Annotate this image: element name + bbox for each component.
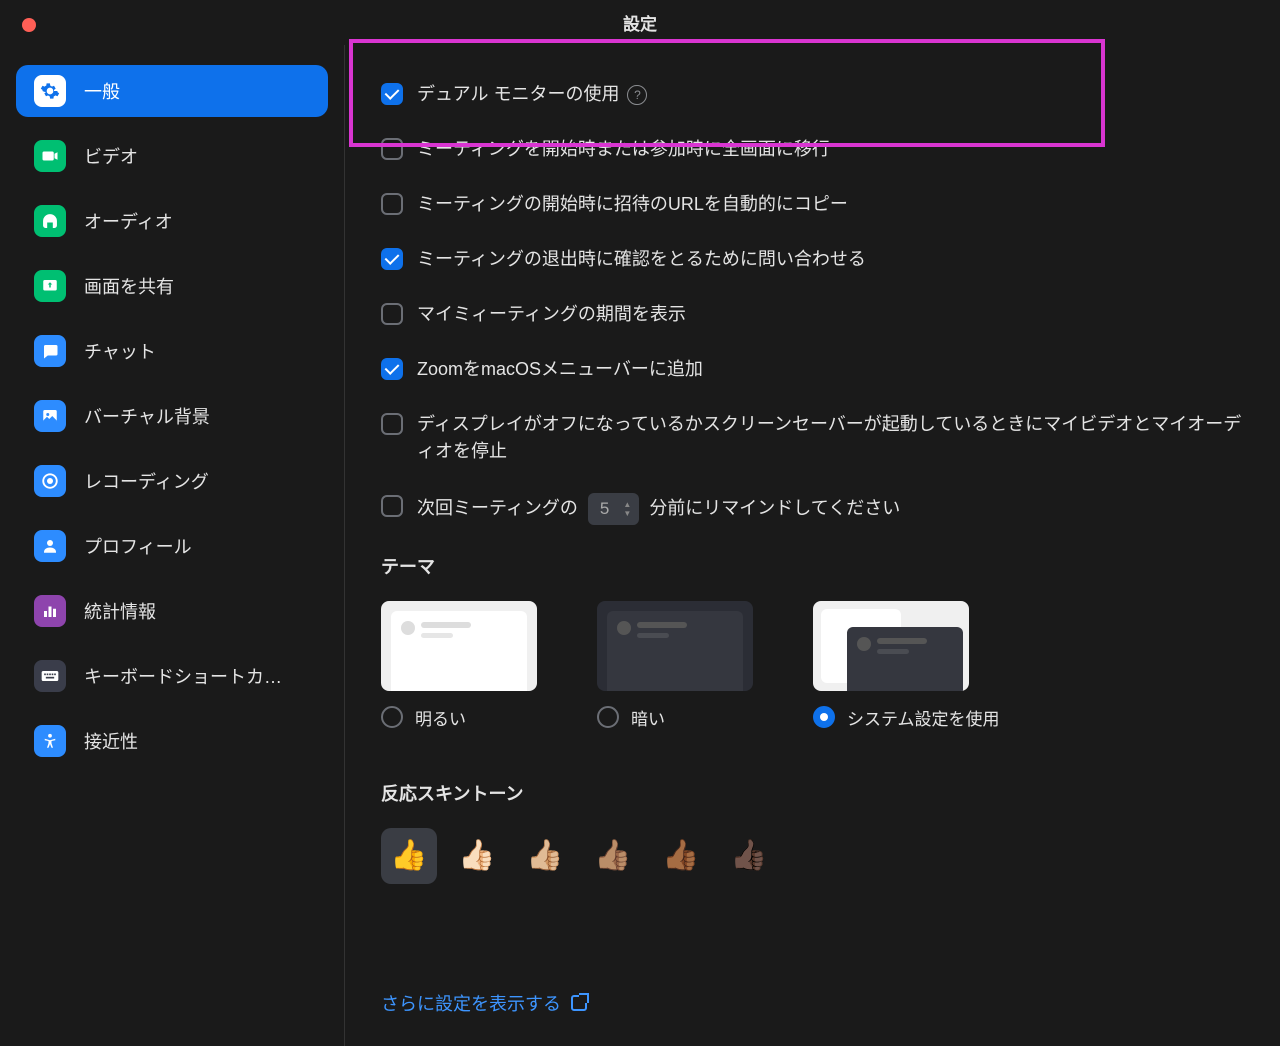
- skin-tone-medium[interactable]: 👍🏽: [585, 828, 641, 884]
- sidebar-item-label: 統計情報: [84, 598, 156, 624]
- theme-dark-thumbnail: [597, 601, 753, 691]
- sidebar-item-accessibility[interactable]: 接近性: [16, 715, 328, 767]
- skin-tone-default[interactable]: 👍: [381, 828, 437, 884]
- option-label: ミーティングの開始時に招待のURLを自動的にコピー: [417, 191, 848, 218]
- reminder-minutes-stepper[interactable]: 5 ▲▼: [588, 493, 639, 525]
- skin-tone-medium-light[interactable]: 👍🏼: [517, 828, 573, 884]
- accessibility-icon: [34, 725, 66, 757]
- option-stop-on-display-off: ディスプレイがオフになっているかスクリーンセーバーが起動しているときにマイビデオ…: [381, 411, 1244, 465]
- external-link-icon: [571, 995, 587, 1011]
- option-fullscreen-on-start: ミーティングを開始時または参加時に全画面に移行: [381, 136, 1244, 163]
- reminder-suffix: 分前にリマインドしてください: [649, 495, 900, 522]
- skin-tone-light[interactable]: 👍🏻: [449, 828, 505, 884]
- theme-system-thumbnail: [813, 601, 969, 691]
- sidebar-item-profile[interactable]: プロフィール: [16, 520, 328, 572]
- theme-option-dark[interactable]: 暗い: [597, 601, 753, 730]
- video-icon: [34, 140, 66, 172]
- gear-icon: [34, 75, 66, 107]
- macos-menubar-checkbox[interactable]: [381, 358, 403, 380]
- theme-label: 暗い: [631, 705, 665, 730]
- window-close-button[interactable]: [22, 18, 36, 32]
- window-title: 設定: [623, 10, 657, 35]
- stepper-value: 5: [600, 496, 609, 522]
- help-icon[interactable]: ?: [627, 85, 647, 105]
- sidebar-item-label: 一般: [84, 78, 120, 104]
- sidebar-item-label: 画面を共有: [84, 273, 174, 299]
- skin-tone-medium-dark[interactable]: 👍🏾: [653, 828, 709, 884]
- sidebar-item-statistics[interactable]: 統計情報: [16, 585, 328, 637]
- dual-monitor-checkbox[interactable]: [381, 83, 403, 105]
- headphones-icon: [34, 205, 66, 237]
- theme-option-system[interactable]: システム設定を使用: [813, 601, 1000, 730]
- option-label: ディスプレイがオフになっているかスクリーンセーバーが起動しているときにマイビデオ…: [417, 411, 1244, 465]
- person-icon: [34, 530, 66, 562]
- stepper-arrows-icon: ▲▼: [623, 500, 631, 518]
- sidebar-item-chat[interactable]: チャット: [16, 325, 328, 377]
- confirm-leave-checkbox[interactable]: [381, 248, 403, 270]
- theme-dark-radio[interactable]: [597, 706, 619, 728]
- sidebar-item-general[interactable]: 一般: [16, 65, 328, 117]
- keyboard-icon: [34, 660, 66, 692]
- copy-url-checkbox[interactable]: [381, 193, 403, 215]
- reminder-checkbox[interactable]: [381, 495, 403, 517]
- option-reminder: 次回ミーティングの 5 ▲▼ 分前にリマインドしてください: [381, 493, 1244, 525]
- theme-label: 明るい: [415, 705, 466, 730]
- option-macos-menubar: ZoomをmacOSメニューバーに追加: [381, 356, 1244, 383]
- sidebar-item-keyboard-shortcuts[interactable]: キーボードショートカ…: [16, 650, 328, 702]
- theme-label: システム設定を使用: [847, 705, 1000, 730]
- option-label: デュアル モニターの使用: [417, 81, 619, 108]
- sidebar-item-audio[interactable]: オーディオ: [16, 195, 328, 247]
- option-label: マイミィーティングの期間を表示: [417, 301, 686, 328]
- option-confirm-leave: ミーティングの退出時に確認をとるために問い合わせる: [381, 246, 1244, 273]
- recording-icon: [34, 465, 66, 497]
- share-screen-icon: [34, 270, 66, 302]
- bar-chart-icon: [34, 595, 66, 627]
- option-show-duration: マイミィーティングの期間を表示: [381, 301, 1244, 328]
- view-more-settings-link[interactable]: さらに設定を表示する: [381, 990, 587, 1016]
- sidebar-item-label: オーディオ: [84, 208, 173, 234]
- sidebar-item-label: ビデオ: [84, 143, 138, 169]
- reminder-prefix: 次回ミーティングの: [417, 495, 578, 522]
- theme-option-light[interactable]: 明るい: [381, 601, 537, 730]
- settings-content: デュアル モニターの使用 ? ミーティングを開始時または参加時に全画面に移行 ミ…: [345, 45, 1280, 1046]
- settings-sidebar: 一般 ビデオ オーディオ 画面を共有 チャット: [0, 45, 345, 1046]
- skin-tone-dark[interactable]: 👍🏿: [721, 828, 777, 884]
- image-icon: [34, 400, 66, 432]
- sidebar-item-recording[interactable]: レコーディング: [16, 455, 328, 507]
- sidebar-item-label: 接近性: [84, 728, 138, 754]
- more-link-label: さらに設定を表示する: [381, 990, 561, 1016]
- option-label: ミーティングを開始時または参加時に全画面に移行: [417, 136, 830, 163]
- stop-on-display-off-checkbox[interactable]: [381, 413, 403, 435]
- sidebar-item-label: バーチャル背景: [84, 403, 210, 429]
- theme-section-title: テーマ: [381, 553, 1244, 579]
- option-label: ミーティングの退出時に確認をとるために問い合わせる: [417, 246, 866, 273]
- theme-light-thumbnail: [381, 601, 537, 691]
- show-duration-checkbox[interactable]: [381, 303, 403, 325]
- sidebar-item-virtual-background[interactable]: バーチャル背景: [16, 390, 328, 442]
- fullscreen-checkbox[interactable]: [381, 138, 403, 160]
- sidebar-item-label: レコーディング: [84, 468, 209, 494]
- theme-system-radio[interactable]: [813, 706, 835, 728]
- sidebar-item-label: プロフィール: [84, 533, 192, 559]
- sidebar-item-share-screen[interactable]: 画面を共有: [16, 260, 328, 312]
- sidebar-item-label: キーボードショートカ…: [84, 663, 282, 689]
- option-copy-url: ミーティングの開始時に招待のURLを自動的にコピー: [381, 191, 1244, 218]
- skin-tone-row: 👍 👍🏻 👍🏼 👍🏽 👍🏾 👍🏿: [381, 828, 1244, 884]
- sidebar-item-label: チャット: [84, 338, 156, 364]
- reaction-section-title: 反応スキントーン: [381, 780, 1244, 806]
- chat-icon: [34, 335, 66, 367]
- option-dual-monitor: デュアル モニターの使用 ?: [381, 81, 1244, 108]
- sidebar-item-video[interactable]: ビデオ: [16, 130, 328, 182]
- option-label: ZoomをmacOSメニューバーに追加: [417, 356, 703, 383]
- theme-light-radio[interactable]: [381, 706, 403, 728]
